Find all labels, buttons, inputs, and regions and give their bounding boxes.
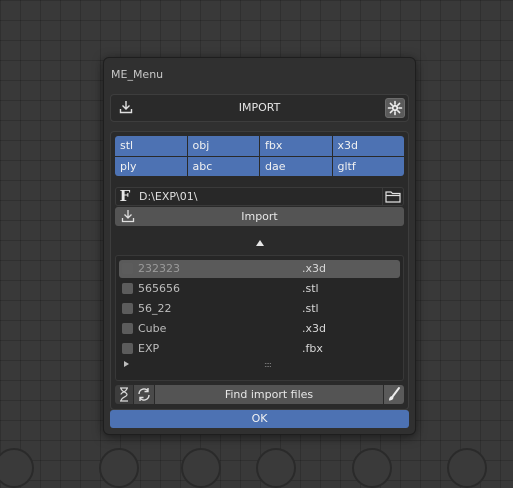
format-gltf-button[interactable]: gltf xyxy=(332,156,404,176)
list-item[interactable]: 565656 .stl xyxy=(119,280,400,298)
list-item[interactable]: Cube .x3d xyxy=(119,320,400,338)
path-value: D:\EXP\01\ xyxy=(139,190,198,203)
list-item[interactable]: 56_22 .stl xyxy=(119,300,400,318)
expand-triangle-icon[interactable] xyxy=(124,361,129,367)
node-socket xyxy=(352,448,392,488)
ok-button[interactable]: OK xyxy=(110,410,409,428)
file-checkbox[interactable] xyxy=(122,263,133,274)
file-name: 565656 xyxy=(138,282,180,295)
node-socket xyxy=(181,448,221,488)
refresh-button[interactable] xyxy=(134,385,154,404)
folder-icon xyxy=(385,191,401,203)
node-socket xyxy=(256,448,296,488)
file-name: 232323 xyxy=(138,262,180,275)
file-name: Cube xyxy=(138,322,167,335)
dialog-title: ME_Menu xyxy=(111,68,164,81)
file-extension: .stl xyxy=(302,282,319,295)
import-header: IMPORT xyxy=(110,94,409,122)
file-checkbox[interactable] xyxy=(122,283,133,294)
find-import-files-button[interactable]: Find import files xyxy=(155,385,383,404)
gear-icon xyxy=(387,100,403,116)
node-socket xyxy=(0,448,34,488)
file-name: EXP xyxy=(138,342,160,355)
file-extension: .fbx xyxy=(302,342,323,355)
me-menu-dialog: ME_Menu IMPORT stl obj fbx x3d ply abc d… xyxy=(103,57,416,435)
import-options-box: stl obj fbx x3d ply abc dae gltf F D:\EX… xyxy=(110,131,409,410)
node-socket xyxy=(99,448,139,488)
path-field[interactable]: F D:\EXP\01\ xyxy=(115,187,404,206)
brush-icon xyxy=(389,387,400,401)
file-checkbox[interactable] xyxy=(122,323,133,334)
list-item[interactable]: 232323 .x3d xyxy=(119,260,400,278)
list-item[interactable]: EXP .fbx xyxy=(119,340,400,358)
format-ply-button[interactable]: ply xyxy=(115,156,187,176)
import-header-label: IMPORT xyxy=(238,101,281,114)
import-button-label: Import xyxy=(241,210,278,223)
file-list: 232323 .x3d 565656 .stl 56_22 .stl Cube … xyxy=(115,255,404,381)
file-extension: .x3d xyxy=(302,262,326,275)
find-files-row: Find import files xyxy=(115,385,404,404)
format-x3d-button[interactable]: x3d xyxy=(332,136,404,156)
format-grid: stl obj fbx x3d ply abc dae gltf xyxy=(115,136,404,176)
browse-folder-button[interactable] xyxy=(382,188,403,205)
settings-button[interactable] xyxy=(385,98,405,118)
font-icon[interactable]: F xyxy=(116,188,134,205)
refresh-icon xyxy=(138,388,150,401)
brush-button[interactable] xyxy=(384,385,404,404)
hourglass-icon xyxy=(120,387,128,402)
format-stl-button[interactable]: stl xyxy=(115,136,187,156)
file-name: 56_22 xyxy=(138,302,172,315)
hourglass-button[interactable] xyxy=(115,385,133,404)
file-checkbox[interactable] xyxy=(122,303,133,314)
import-button[interactable]: Import xyxy=(115,207,404,226)
file-checkbox[interactable] xyxy=(122,343,133,354)
format-fbx-button[interactable]: fbx xyxy=(260,136,332,156)
file-extension: .stl xyxy=(302,302,319,315)
format-obj-button[interactable]: obj xyxy=(187,136,259,156)
node-socket xyxy=(447,448,487,488)
format-abc-button[interactable]: abc xyxy=(187,156,259,176)
file-extension: .x3d xyxy=(302,322,326,335)
list-resize-grip[interactable]: :::: xyxy=(264,360,272,369)
format-dae-button[interactable]: dae xyxy=(260,156,332,176)
collapse-arrow-icon[interactable] xyxy=(256,240,264,246)
